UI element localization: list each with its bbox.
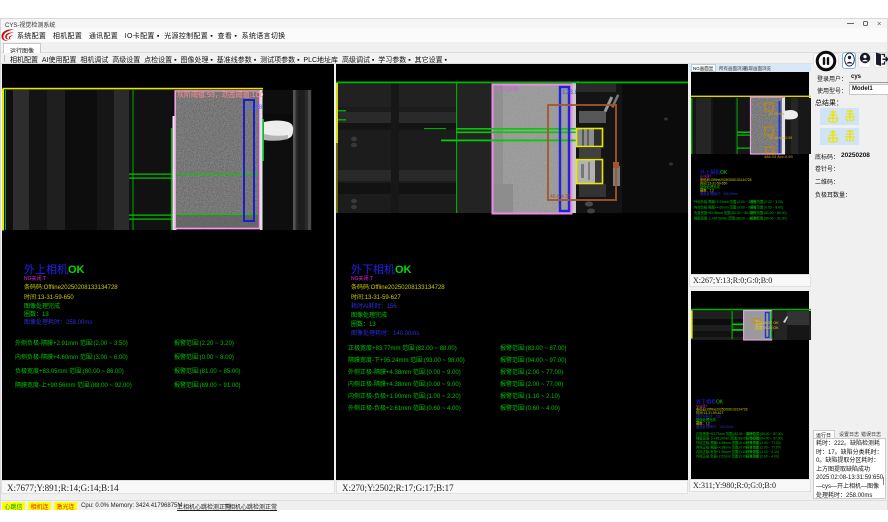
svg-text:报警范围:(2.00 ~ 77.00): 报警范围:(2.00 ~ 77.00) (746, 440, 781, 445)
svg-text:时间:13-31-59-627: 时间:13-31-59-627 (351, 293, 401, 301)
svg-text:外侧负极-隔膜+2.91mm 范围:(2.00 ~ 3.50: 外侧负极-隔膜+2.91mm 范围:(2.00 ~ 3.50) (15, 339, 128, 347)
svg-text:报警范围:(1.10 ~ 2.10): 报警范围:(1.10 ~ 2.10) (746, 449, 779, 454)
svg-text:图像处理完成: 图像处理完成 (351, 311, 387, 319)
svg-text:条码码:Offline20250208133134728: 条码码:Offline20250208133134728 (24, 283, 118, 291)
svg-text:耗时AI耗时：156: 耗时AI耗时：156 (351, 302, 397, 310)
svg-text:内侧正极-负极+1.90mm 范围:(1.00 ~ 2.20: 内侧正极-负极+1.90mm 范围:(1.00 ~ 2.20) (348, 392, 461, 400)
svg-text:486.03 Acc:0.99: 486.03 Acc:0.99 (764, 154, 793, 159)
svg-text:报警范围:(2.00 ~ 77.00): 报警范围:(2.00 ~ 77.00) (746, 445, 781, 450)
svg-text:53.48 Acc:0.98: 53.48 Acc:0.98 (769, 136, 792, 140)
svg-text:时间:13-31-59-650: 时间:13-31-59-650 (24, 293, 74, 301)
svg-text:圈数：13: 圈数：13 (351, 320, 376, 328)
svg-text:53.48: 53.48 (246, 104, 263, 111)
svg-text:外侧正极-隔膜+4.38mm 范围:(0.00 ~ 9.00: 外侧正极-隔膜+4.38mm 范围:(0.00 ~ 9.00) (348, 368, 461, 376)
svg-text:报警范围:(94.00 ~ 97.00): 报警范围:(94.00 ~ 97.00) (746, 436, 783, 441)
svg-text:NG关闭:T: NG关闭:T (24, 275, 46, 282)
svg-text:报警范围:(2.20 ~ 3.20): 报警范围:(2.20 ~ 3.20) (174, 339, 234, 347)
svg-text:报警范围:(2.00 ~ 77.00): 报警范围:(2.00 ~ 77.00) (500, 380, 563, 388)
svg-text:外侧负极-隔膜+2.91mm 范围:(2.00 ~ 3.50: 外侧负极-隔膜+2.91mm 范围:(2.00 ~ 3.50) (694, 199, 756, 204)
svg-text:圈数：13: 圈数：13 (24, 310, 49, 318)
svg-text:46.6 4.35: 46.6 4.35 (550, 194, 571, 200)
svg-text:图像处理耗时：258.00ms: 图像处理耗时：258.00ms (700, 191, 738, 196)
svg-text:报警范围:(0.60 ~ 4.00): 报警范围:(0.60 ~ 4.00) (746, 454, 779, 459)
svg-text:报警范围:(81.00 ~ 85.00): 报警范围:(81.00 ~ 85.00) (750, 210, 787, 215)
svg-text:报警范围:(2.00 ~ 77.00): 报警范围:(2.00 ~ 77.00) (500, 368, 563, 376)
svg-text:内侧正极-隔膜+4.38mm 范围:(0.00 ~ 9.00: 内侧正极-隔膜+4.38mm 范围:(0.00 ~ 9.00) (348, 380, 461, 388)
svg-text:NG关闭:T: NG关闭:T (351, 275, 373, 282)
svg-text:报警范围:(83.00 ~ 87.00): 报警范围:(83.00 ~ 87.00) (746, 431, 783, 436)
svg-text:外侧正极-负极+2.61mm 范围:(0.60 ~ 4.00: 外侧正极-负极+2.61mm 范围:(0.60 ~ 4.00) (348, 404, 461, 412)
svg-text:报警范围:(83.00 ~ 87.00): 报警范围:(83.00 ~ 87.00) (500, 344, 567, 352)
svg-text:隔膜宽度-上+90.56mm 范围:(88.00 ~ 92.: 隔膜宽度-上+90.56mm 范围:(88.00 ~ 92.00) (15, 381, 132, 389)
svg-text:宽度95.24 OK: 宽度95.24 OK (755, 325, 779, 330)
svg-text:报警范围:(0.00 ~ 8.00): 报警范围:(0.00 ~ 8.00) (174, 353, 234, 361)
svg-text:报警范围:(0.00 ~ 8.00): 报警范围:(0.00 ~ 8.00) (750, 205, 783, 210)
svg-text:报警范围:(89.00 ~ 91.00): 报警范围:(89.00 ~ 91.00) (750, 216, 787, 221)
svg-text:负极宽度+83.05mm 范围:(80.00 ~ 86.00: 负极宽度+83.05mm 范围:(80.00 ~ 86.00) (15, 367, 124, 375)
svg-text:条码码:Offline20250208133134728: 条码码:Offline20250208133134728 (351, 283, 445, 291)
svg-text:图像处理耗时：258.00ms: 图像处理耗时：258.00ms (24, 318, 92, 326)
svg-text:外上相机OK: 外上相机OK (24, 262, 85, 276)
svg-text:AI检测框: AI检测框 (495, 85, 519, 93)
svg-text:图像处理耗时：140.00ms: 图像处理耗时：140.00ms (696, 424, 734, 429)
svg-text:外下相机OK: 外下相机OK (351, 262, 412, 276)
svg-text:报警范围:(1.10 ~ 2.10): 报警范围:(1.10 ~ 2.10) (500, 392, 560, 400)
svg-text:报警范围:(89.00 ~ 91.00): 报警范围:(89.00 ~ 91.00) (174, 381, 241, 389)
svg-text:负极宽度+83.05mm 范围:(80.00 ~ 86.00: 负极宽度+83.05mm 范围:(80.00 ~ 86.00) (694, 210, 754, 215)
svg-text:内侧负极-隔膜+4.60mm 范围:(3.00 ~ 6.00: 内侧负极-隔膜+4.60mm 范围:(3.00 ~ 6.00) (694, 205, 756, 210)
svg-text:报警范围:(81.00 ~ 85.00): 报警范围:(81.00 ~ 85.00) (174, 367, 241, 375)
svg-text:报警范围:(94.00 ~ 97.00): 报警范围:(94.00 ~ 97.00) (500, 356, 567, 364)
svg-text:隔膜宽度-下+95.24mm 范围:(93.00 ~ 98.: 隔膜宽度-下+95.24mm 范围:(93.00 ~ 98.00) (348, 356, 465, 364)
svg-text:报警范围:(2.20 ~ 3.20): 报警范围:(2.20 ~ 3.20) (750, 199, 783, 204)
svg-text:图像处理完成: 图像处理完成 (24, 302, 60, 310)
svg-text:正极宽度+83.77mm 范围:(82.00 ~ 88.00: 正极宽度+83.77mm 范围:(82.00 ~ 88.00) (348, 344, 457, 352)
svg-text:隔膜宽度-上+90.56mm 范围:(88.00 ~ 92.: 隔膜宽度-上+90.56mm 范围:(88.00 ~ 92.00) (694, 216, 758, 221)
svg-text:灰阶阈值:93，动态阈值:100: 灰阶阈值:93，动态阈值:100 (177, 90, 263, 99)
svg-text:报警范围:(0.60 ~ 4.00): 报警范围:(0.60 ~ 4.00) (500, 404, 560, 412)
svg-text:内侧负极-隔膜+4.60mm 范围:(3.00 ~ 6.00: 内侧负极-隔膜+4.60mm 范围:(3.00 ~ 6.00) (15, 353, 128, 361)
svg-text:图像处理耗时：140.00ms: 图像处理耗时：140.00ms (351, 329, 419, 337)
